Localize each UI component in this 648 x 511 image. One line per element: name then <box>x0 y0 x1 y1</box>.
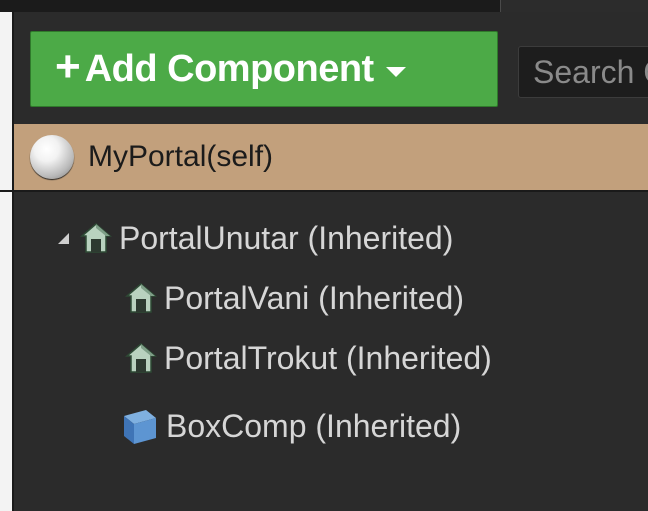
tree-item-portal-unutar[interactable]: PortalUnutar (Inherited) <box>58 210 453 266</box>
dropdown-caret-icon <box>385 67 406 77</box>
plus-icon: + <box>55 42 81 91</box>
search-components-input[interactable] <box>518 46 648 98</box>
self-component-label: MyPortal(self) <box>88 140 274 173</box>
tree-item-label: BoxComp (Inherited) <box>166 407 462 444</box>
scene-component-icon <box>124 343 158 373</box>
tree-item-box-comp[interactable]: BoxComp (Inherited) <box>120 398 461 454</box>
self-component-row[interactable]: MyPortal(self) <box>14 124 648 190</box>
tree-item-label: PortalTrokut (Inherited) <box>164 339 492 376</box>
tree-item-portal-trokut[interactable]: PortalTrokut (Inherited) <box>124 330 492 386</box>
scene-component-icon <box>79 223 113 253</box>
add-component-button[interactable]: + Add Component <box>30 31 498 107</box>
tree-item-portal-vani[interactable]: PortalVani (Inherited) <box>124 270 464 326</box>
expand-arrow-icon[interactable] <box>58 232 69 244</box>
scene-component-icon <box>124 283 158 313</box>
panel-divider <box>12 12 14 511</box>
row-separator <box>0 190 648 192</box>
tree-item-label: PortalVani (Inherited) <box>164 279 464 316</box>
box-collision-icon <box>124 410 156 444</box>
add-component-label: Add Component <box>84 47 375 90</box>
window-top-frame <box>0 0 648 12</box>
actor-sphere-icon <box>30 135 74 179</box>
tab-edge <box>500 0 648 12</box>
tree-item-label: PortalUnutar (Inherited) <box>119 219 454 256</box>
